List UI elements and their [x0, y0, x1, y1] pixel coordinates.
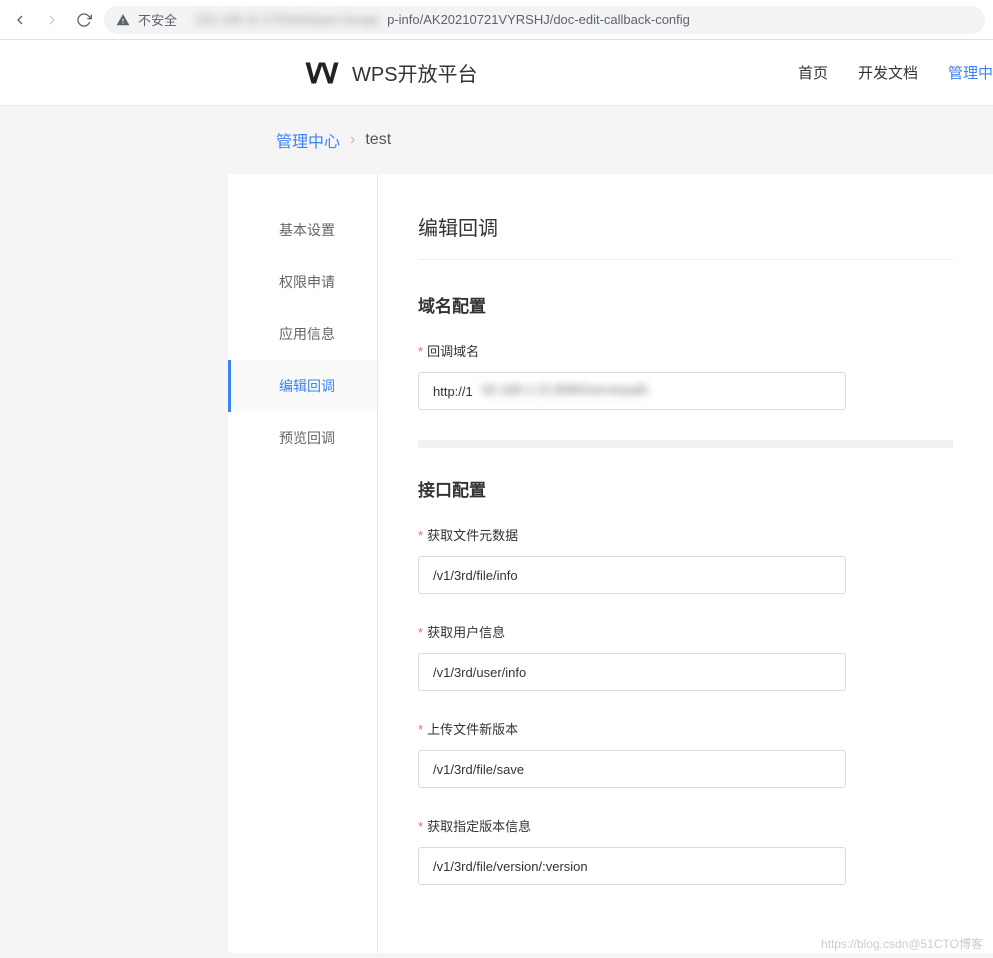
field-file-version: *获取指定版本信息: [418, 816, 953, 885]
required-star-icon: *: [418, 625, 423, 640]
url-visible: p-info/AK20210721VYRSHJ/doc-edit-callbac…: [387, 12, 690, 27]
insecure-icon: [116, 13, 130, 27]
required-star-icon: *: [418, 344, 423, 359]
input-file-info[interactable]: [418, 556, 846, 594]
breadcrumb-current: test: [365, 131, 391, 149]
back-button[interactable]: [8, 8, 32, 32]
required-star-icon: *: [418, 722, 423, 737]
wps-logo-icon: [304, 60, 340, 86]
nav-docs[interactable]: 开发文档: [858, 62, 918, 83]
chevron-right-icon: ›: [350, 131, 355, 149]
field-file-info: *获取文件元数据: [418, 525, 953, 594]
input-user-info[interactable]: [418, 653, 846, 691]
logo-area[interactable]: WPS开放平台: [304, 58, 478, 87]
input-callback-domain[interactable]: [418, 372, 846, 410]
sidebar-item-edit-callback[interactable]: 编辑回调: [228, 360, 377, 412]
label-file-save: *上传文件新版本: [418, 719, 953, 738]
brand-text: WPS开放平台: [352, 58, 478, 87]
input-file-save[interactable]: [418, 750, 846, 788]
nav-home[interactable]: 首页: [798, 62, 828, 83]
breadcrumb-link-admin[interactable]: 管理中心: [276, 128, 340, 152]
sidebar-item-preview-callback[interactable]: 预览回调: [228, 412, 377, 464]
site-header: WPS开放平台 首页 开发文档 管理中: [0, 40, 993, 106]
label-callback-domain: *回调域名: [418, 341, 953, 360]
required-star-icon: *: [418, 528, 423, 543]
input-file-version[interactable]: [418, 847, 846, 885]
browser-toolbar: 不安全 192.168.11.175/webopen.ksopp p-info/A…: [0, 0, 993, 40]
section-divider: [418, 440, 953, 448]
field-file-save: *上传文件新版本: [418, 719, 953, 788]
required-star-icon: *: [418, 819, 423, 834]
breadcrumb: 管理中心 › test: [0, 106, 993, 174]
insecure-label: 不安全: [138, 10, 177, 29]
sidebar-item-appinfo[interactable]: 应用信息: [228, 308, 377, 360]
sidebar: 基本设置 权限申请 应用信息 编辑回调 预览回调: [228, 174, 378, 953]
field-callback-domain: *回调域名 92.168.1.21:8080/serverpath: [418, 341, 953, 410]
sidebar-item-perm[interactable]: 权限申请: [228, 256, 377, 308]
main-layout: 基本设置 权限申请 应用信息 编辑回调 预览回调 编辑回调 域名配置 *回调域名…: [228, 174, 993, 953]
label-user-info: *获取用户信息: [418, 622, 953, 641]
nav-admin[interactable]: 管理中: [948, 62, 993, 83]
address-bar[interactable]: 不安全 192.168.11.175/webopen.ksopp p-info/A…: [104, 6, 985, 34]
sidebar-item-basic[interactable]: 基本设置: [228, 204, 377, 256]
forward-button[interactable]: [40, 8, 64, 32]
header-nav: 首页 开发文档 管理中: [798, 62, 993, 83]
label-file-version: *获取指定版本信息: [418, 816, 953, 835]
page-title: 编辑回调: [418, 212, 953, 260]
content-area: 编辑回调 域名配置 *回调域名 92.168.1.21:8080/serverp…: [378, 174, 993, 953]
section-domain-config: 域名配置: [418, 292, 953, 317]
watermark: https://blog.csdn@51CTO博客: [821, 935, 983, 952]
url-hidden: 192.168.11.175/webopen.ksopp: [195, 12, 379, 27]
reload-button[interactable]: [72, 8, 96, 32]
field-user-info: *获取用户信息: [418, 622, 953, 691]
label-file-info: *获取文件元数据: [418, 525, 953, 544]
section-api-config: 接口配置: [418, 476, 953, 501]
